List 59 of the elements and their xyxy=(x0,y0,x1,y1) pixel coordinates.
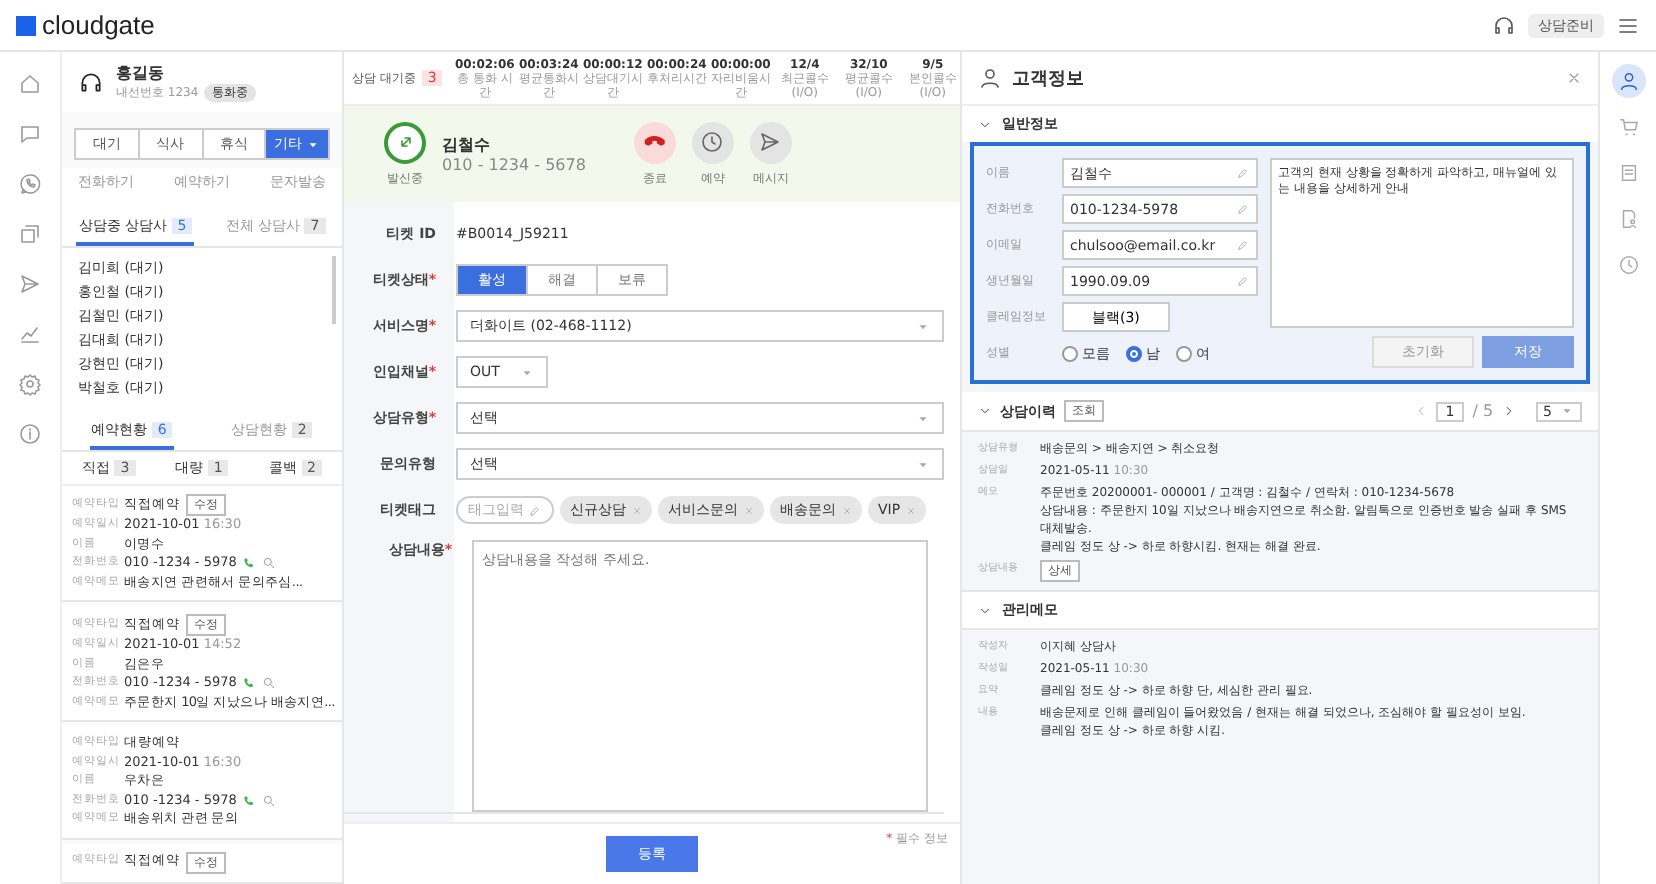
cart-icon[interactable] xyxy=(1617,116,1639,138)
message-button[interactable] xyxy=(749,121,792,163)
agent-name: 홍길동 xyxy=(116,62,166,84)
phone-icon[interactable] xyxy=(242,793,257,808)
chevron-icon[interactable] xyxy=(978,404,992,418)
send-icon[interactable] xyxy=(758,130,783,154)
pencil-icon[interactable] xyxy=(1236,238,1250,252)
chart-icon[interactable] xyxy=(18,322,42,346)
remove-icon[interactable] xyxy=(842,505,852,515)
reserve-button[interactable] xyxy=(691,121,734,163)
remove-icon[interactable] xyxy=(906,505,917,515)
expand-button[interactable] xyxy=(384,121,426,163)
next-icon[interactable] xyxy=(1501,404,1516,418)
caret-icon[interactable] xyxy=(520,365,534,379)
search-icon[interactable] xyxy=(262,793,277,808)
search-icon[interactable] xyxy=(262,556,277,571)
clock-icon[interactable] xyxy=(700,130,725,154)
remove-icon[interactable] xyxy=(744,505,754,515)
pencil-icon[interactable] xyxy=(1236,202,1250,216)
cards-icon[interactable] xyxy=(18,222,42,246)
person-icon xyxy=(978,66,1002,90)
info-icon[interactable] xyxy=(18,422,42,446)
headset-icon xyxy=(78,69,104,95)
caret-icon[interactable] xyxy=(916,411,930,425)
settings-icon[interactable] xyxy=(18,372,42,396)
menu-icon[interactable] xyxy=(1616,13,1640,37)
scrollbar[interactable] xyxy=(332,256,336,324)
page-total: / 5 xyxy=(1472,402,1494,420)
document-icon[interactable] xyxy=(1617,208,1639,230)
previous-icon[interactable] xyxy=(1413,404,1428,418)
caret-icon[interactable] xyxy=(916,457,930,471)
caret-icon[interactable] xyxy=(306,137,321,151)
pencil-icon[interactable] xyxy=(528,503,542,517)
phone-icon[interactable] xyxy=(242,556,257,571)
logo: cloudgate xyxy=(42,10,155,40)
pencil-icon[interactable] xyxy=(1236,166,1250,180)
logo-icon xyxy=(16,15,36,35)
phone-icon[interactable] xyxy=(242,676,257,691)
caller-phone: 010 - 1234 - 5678 xyxy=(442,156,586,174)
panel-title: 고객정보 xyxy=(1012,67,1086,91)
person-icon[interactable] xyxy=(1617,70,1639,92)
clock-icon[interactable] xyxy=(1617,254,1639,276)
home-icon[interactable] xyxy=(18,72,42,96)
chevron-icon[interactable] xyxy=(978,117,992,131)
send-icon[interactable] xyxy=(18,272,42,296)
caret-icon[interactable] xyxy=(916,319,930,333)
list-icon[interactable] xyxy=(1617,162,1639,184)
chevron-icon[interactable] xyxy=(978,603,992,617)
chat-icon[interactable] xyxy=(18,122,42,146)
headset-icon[interactable] xyxy=(1492,13,1516,37)
phone-icon[interactable] xyxy=(18,172,42,196)
search-icon[interactable] xyxy=(262,676,277,691)
close-icon[interactable] xyxy=(1566,70,1582,86)
person-tab[interactable] xyxy=(1611,64,1645,98)
caret-icon[interactable] xyxy=(1560,404,1574,418)
caller-name: 김철수 xyxy=(442,134,492,156)
hangup-button[interactable] xyxy=(633,121,676,163)
pencil-icon[interactable] xyxy=(1236,274,1250,288)
remove-icon[interactable] xyxy=(632,505,642,515)
